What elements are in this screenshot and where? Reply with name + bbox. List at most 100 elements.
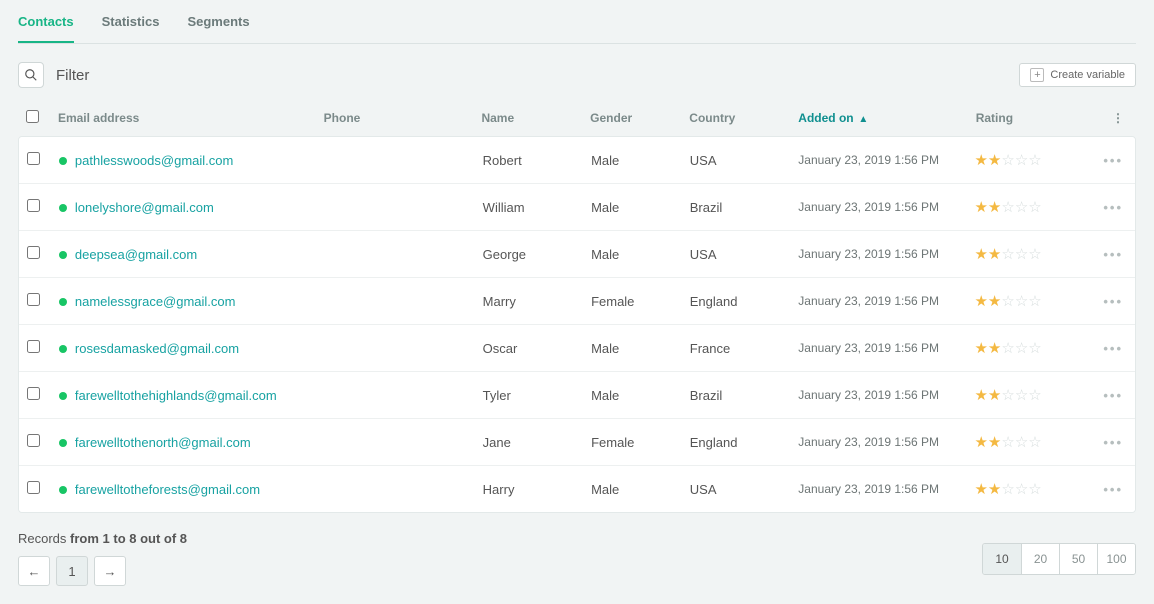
row-actions-button[interactable]: ••• [1103,435,1123,450]
star-icon: ★ [988,152,1001,169]
email-link[interactable]: rosesdamasked@gmail.com [75,341,239,356]
status-dot-icon [59,204,67,212]
row-checkbox[interactable] [27,481,40,494]
search-button[interactable] [18,62,44,88]
pager-next-button[interactable]: → [94,556,126,586]
create-variable-button[interactable]: + Create variable [1019,63,1136,87]
star-icon: ☆ [1001,152,1014,169]
star-icon: ★ [988,246,1001,263]
row-actions-button[interactable]: ••• [1103,200,1123,215]
records-summary: Records from 1 to 8 out of 8 [18,531,187,546]
pager-prev-button[interactable]: ← [18,556,50,586]
cell-country: USA [682,231,791,278]
row-checkbox[interactable] [27,340,40,353]
cell-country: Brazil [682,184,791,231]
row-actions-button[interactable]: ••• [1103,153,1123,168]
tab-segments[interactable]: Segments [187,14,249,43]
tab-contacts[interactable]: Contacts [18,14,74,43]
cell-name: William [475,184,583,231]
cell-name: Marry [475,278,583,325]
status-dot-icon [59,157,67,165]
star-icon: ☆ [1001,387,1014,404]
cell-country: USA [682,137,791,184]
cell-name: Harry [475,466,583,513]
row-actions-button[interactable]: ••• [1103,388,1123,403]
star-icon: ★ [974,340,987,357]
cell-gender: Male [583,372,682,419]
select-all-checkbox[interactable] [26,110,39,123]
star-icon: ☆ [1028,340,1041,357]
rating-stars: ★★☆☆☆ [974,153,1041,168]
pager-page-1-button[interactable]: 1 [56,556,88,586]
cell-country: USA [682,466,791,513]
cell-gender: Male [583,325,682,372]
row-actions-button[interactable]: ••• [1103,247,1123,262]
star-icon: ★ [988,434,1001,451]
row-actions-button[interactable]: ••• [1103,341,1123,356]
star-icon: ☆ [1028,152,1041,169]
star-icon: ☆ [1028,246,1041,263]
star-icon: ☆ [1028,293,1041,310]
cell-phone [319,137,474,184]
email-link[interactable]: deepsea@gmail.com [75,247,197,262]
email-link[interactable]: pathlesswoods@gmail.com [75,153,233,168]
contacts-table: Email address Phone Name Gender Country … [18,100,1136,136]
tabs-bar: Contacts Statistics Segments [18,0,1136,44]
email-link[interactable]: lonelyshore@gmail.com [75,200,214,215]
star-icon: ★ [974,434,987,451]
star-icon: ☆ [1001,340,1014,357]
row-checkbox[interactable] [27,152,40,165]
header-email[interactable]: Email address [58,111,139,125]
column-options-button[interactable]: ⋮ [1112,111,1124,125]
row-checkbox[interactable] [27,293,40,306]
star-icon: ☆ [1001,246,1014,263]
rating-stars: ★★☆☆☆ [974,247,1041,262]
row-checkbox[interactable] [27,246,40,259]
cell-gender: Male [583,231,682,278]
rating-stars: ★★☆☆☆ [974,294,1041,309]
star-icon: ☆ [1028,387,1041,404]
header-name[interactable]: Name [481,111,514,125]
star-icon: ★ [974,387,987,404]
cell-added-on: January 23, 2019 1:56 PM [790,278,966,325]
rating-stars: ★★☆☆☆ [974,200,1041,215]
cell-phone [319,231,474,278]
cell-gender: Female [583,419,682,466]
search-icon [24,68,38,82]
table-row: rosesdamasked@gmail.comOscarMaleFranceJa… [19,325,1135,372]
email-link[interactable]: namelessgrace@gmail.com [75,294,236,309]
table-row: namelessgrace@gmail.comMarryFemaleEnglan… [19,278,1135,325]
email-link[interactable]: farewelltothehighlands@gmail.com [75,388,277,403]
cell-added-on: January 23, 2019 1:56 PM [790,137,966,184]
table-row: farewelltothenorth@gmail.comJaneFemaleEn… [19,419,1135,466]
star-icon: ★ [988,481,1001,498]
cell-added-on: January 23, 2019 1:56 PM [790,325,966,372]
row-checkbox[interactable] [27,387,40,400]
header-phone[interactable]: Phone [324,111,361,125]
table-row: pathlesswoods@gmail.comRobertMaleUSAJanu… [19,137,1135,184]
cell-phone [319,372,474,419]
star-icon: ☆ [1015,152,1028,169]
email-link[interactable]: farewelltotheforests@gmail.com [75,482,260,497]
row-checkbox[interactable] [27,434,40,447]
star-icon: ★ [988,199,1001,216]
tab-statistics[interactable]: Statistics [102,14,160,43]
cell-gender: Male [583,466,682,513]
star-icon: ★ [974,152,987,169]
table-row: farewelltothehighlands@gmail.comTylerMal… [19,372,1135,419]
header-added-on[interactable]: Added on ▲ [798,111,868,125]
email-link[interactable]: farewelltothenorth@gmail.com [75,435,251,450]
status-dot-icon [59,392,67,400]
filter-label[interactable]: Filter [56,67,89,84]
table-row: lonelyshore@gmail.comWilliamMaleBrazilJa… [19,184,1135,231]
status-dot-icon [59,439,67,447]
header-rating[interactable]: Rating [976,111,1013,125]
header-country[interactable]: Country [689,111,735,125]
star-icon: ☆ [1001,434,1014,451]
row-checkbox[interactable] [27,199,40,212]
row-actions-button[interactable]: ••• [1103,482,1123,497]
header-gender[interactable]: Gender [590,111,632,125]
cell-name: Jane [475,419,583,466]
row-actions-button[interactable]: ••• [1103,294,1123,309]
star-icon: ★ [974,293,987,310]
